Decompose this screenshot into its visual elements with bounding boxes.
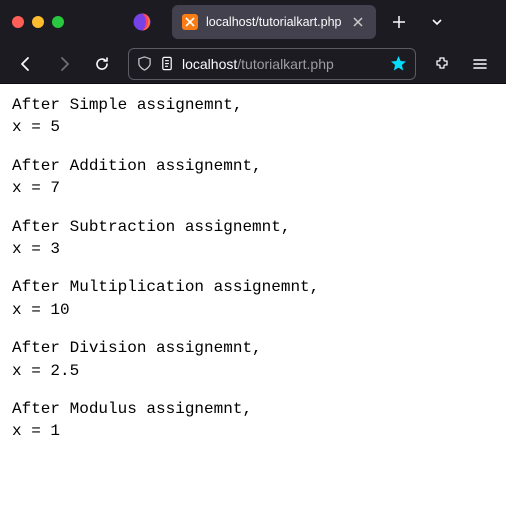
site-info-icon[interactable] <box>160 56 174 71</box>
output-label: After Addition assignemnt, <box>12 155 494 177</box>
output-label: After Simple assignemnt, <box>12 94 494 116</box>
output-value: x = 3 <box>12 238 494 260</box>
tracking-protection-icon[interactable] <box>137 56 152 71</box>
output-block: After Division assignemnt,x = 2.5 <box>12 337 494 382</box>
output-value: x = 10 <box>12 299 494 321</box>
tabs-dropdown-button[interactable] <box>422 7 452 37</box>
output-value: x = 1 <box>12 420 494 442</box>
url-text: localhost/tutorialkart.php <box>182 56 382 72</box>
reload-button[interactable] <box>86 48 118 80</box>
output-value: x = 5 <box>12 116 494 138</box>
page-content: After Simple assignemnt,x = 5 After Addit… <box>0 84 506 529</box>
output-block: After Modulus assignemnt,x = 1 <box>12 398 494 443</box>
output-value: x = 7 <box>12 177 494 199</box>
bookmark-star-icon[interactable] <box>390 55 407 72</box>
output-value: x = 2.5 <box>12 360 494 382</box>
minimize-window-button[interactable] <box>32 16 44 28</box>
output-block: After Simple assignemnt,x = 5 <box>12 94 494 139</box>
close-tab-button[interactable] <box>350 16 366 28</box>
url-path: /tutorialkart.php <box>237 56 334 72</box>
forward-button[interactable] <box>48 48 80 80</box>
new-tab-button[interactable] <box>384 7 414 37</box>
output-label: After Multiplication assignemnt, <box>12 276 494 298</box>
address-bar[interactable]: localhost/tutorialkart.php <box>128 48 416 80</box>
back-button[interactable] <box>10 48 42 80</box>
xampp-favicon <box>182 14 198 30</box>
output-block: After Addition assignemnt,x = 7 <box>12 155 494 200</box>
firefox-icon <box>132 12 152 32</box>
output-label: After Subtraction assignemnt, <box>12 216 494 238</box>
browser-tab[interactable]: localhost/tutorialkart.php <box>172 5 376 39</box>
extensions-button[interactable] <box>426 48 458 80</box>
window-controls <box>12 16 64 28</box>
maximize-window-button[interactable] <box>52 16 64 28</box>
output-label: After Modulus assignemnt, <box>12 398 494 420</box>
close-window-button[interactable] <box>12 16 24 28</box>
navigation-toolbar: localhost/tutorialkart.php <box>0 44 506 84</box>
url-host: localhost <box>182 56 237 72</box>
app-menu-button[interactable] <box>464 48 496 80</box>
output-block: After Subtraction assignemnt,x = 3 <box>12 216 494 261</box>
titlebar: localhost/tutorialkart.php <box>0 0 506 44</box>
tab-title: localhost/tutorialkart.php <box>206 15 342 29</box>
output-block: After Multiplication assignemnt,x = 10 <box>12 276 494 321</box>
output-label: After Division assignemnt, <box>12 337 494 359</box>
